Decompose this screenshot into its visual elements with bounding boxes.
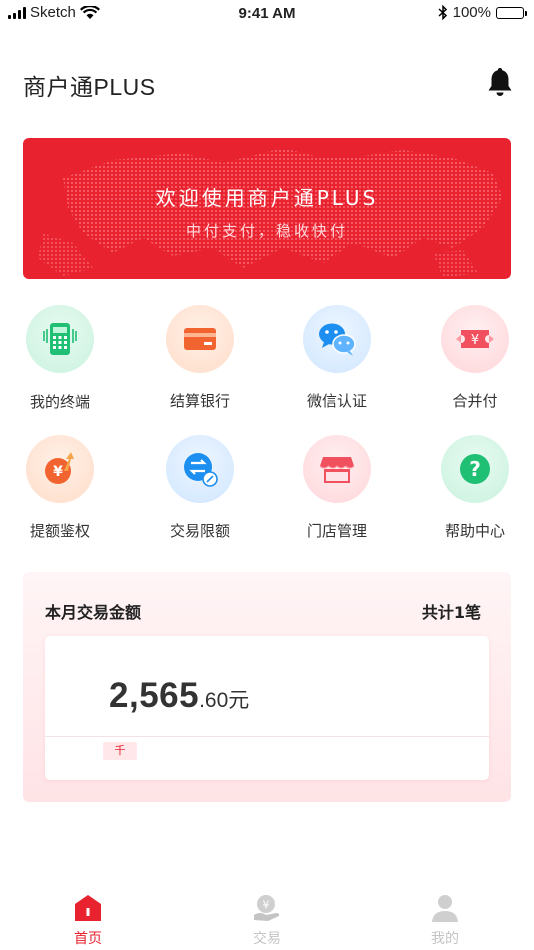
banner-subtitle: 中付支付，稳收快付 (185, 222, 348, 240)
grid-label: 我的终端 (29, 393, 90, 411)
limit-raise-icon: ¥ (26, 435, 94, 503)
grid-item-store[interactable]: 门店管理 (282, 435, 392, 553)
svg-text:¥: ¥ (263, 899, 270, 912)
svg-text:¥: ¥ (53, 464, 63, 480)
grid-label: 交易限额 (169, 522, 230, 540)
grid-item-merge-pay[interactable]: ¥ 合并付 (420, 305, 530, 423)
grid-item-bank[interactable]: 结算银行 (145, 305, 255, 423)
page-title: 商户通PLUS (23, 74, 156, 100)
tab-transaction[interactable]: ¥ 交易 (212, 893, 322, 948)
battery-icon (496, 6, 527, 19)
grid-label: 合并付 (452, 392, 498, 410)
grid-item-limit-raise[interactable]: ¥ 提额鉴权 (5, 435, 115, 553)
transaction-icon: ¥ (254, 895, 280, 921)
transaction-count: 共计1笔 (421, 603, 481, 622)
grid-label: 提额鉴权 (29, 522, 90, 540)
home-icon (75, 895, 101, 921)
grid-label: 门店管理 (306, 522, 367, 540)
summary-title: 本月交易金额 (45, 603, 142, 622)
help-icon: ? (441, 435, 509, 503)
tab-label: 我的 (431, 931, 459, 947)
bluetooth-icon (438, 5, 447, 20)
amount-panel: 2,565.60元 千 (45, 636, 489, 780)
tab-label: 首页 (74, 931, 102, 947)
grid-label: 微信认证 (306, 392, 367, 410)
grid-item-wechat[interactable]: 微信认证 (282, 305, 392, 423)
bank-card-icon (166, 305, 234, 373)
grid-item-terminal[interactable]: 我的终端 (5, 305, 115, 423)
wechat-icon (303, 305, 371, 373)
monthly-summary-card[interactable]: 本月交易金额 共计1笔 2,565.60元 千 (23, 572, 511, 802)
tab-label: 交易 (253, 931, 281, 947)
banner-title: 欢迎使用商户通PLUS (155, 186, 379, 210)
tab-home[interactable]: 首页 (33, 893, 143, 948)
merge-pay-icon: ¥ (441, 305, 509, 373)
pos-terminal-icon (26, 305, 94, 373)
amount-display: 2,565.60元 (109, 676, 249, 716)
transaction-limit-icon (166, 435, 234, 503)
battery-percent: 100% (452, 4, 491, 21)
status-bar: Sketch 9:41 AM 100% (0, 0, 534, 28)
store-icon (303, 435, 371, 503)
notification-bell-icon[interactable] (486, 66, 514, 98)
grid-item-help[interactable]: ? 帮助中心 (420, 435, 530, 553)
welcome-banner[interactable]: 欢迎使用商户通PLUS 中付支付，稳收快付 (23, 138, 511, 279)
grid-label: 帮助中心 (444, 522, 505, 540)
svg-text:¥: ¥ (471, 333, 479, 348)
user-icon (432, 895, 458, 922)
svg-text:?: ? (469, 457, 481, 481)
amount-decimal: .60元 (199, 689, 250, 712)
amount-integer: 2,565 (109, 676, 200, 715)
divider (45, 736, 489, 737)
tab-mine[interactable]: 我的 (390, 893, 500, 948)
grid-item-transaction-limit[interactable]: 交易限额 (145, 435, 255, 553)
unit-tag: 千 (103, 737, 137, 760)
status-right: 100% (438, 4, 527, 21)
grid-label: 结算银行 (169, 392, 230, 410)
